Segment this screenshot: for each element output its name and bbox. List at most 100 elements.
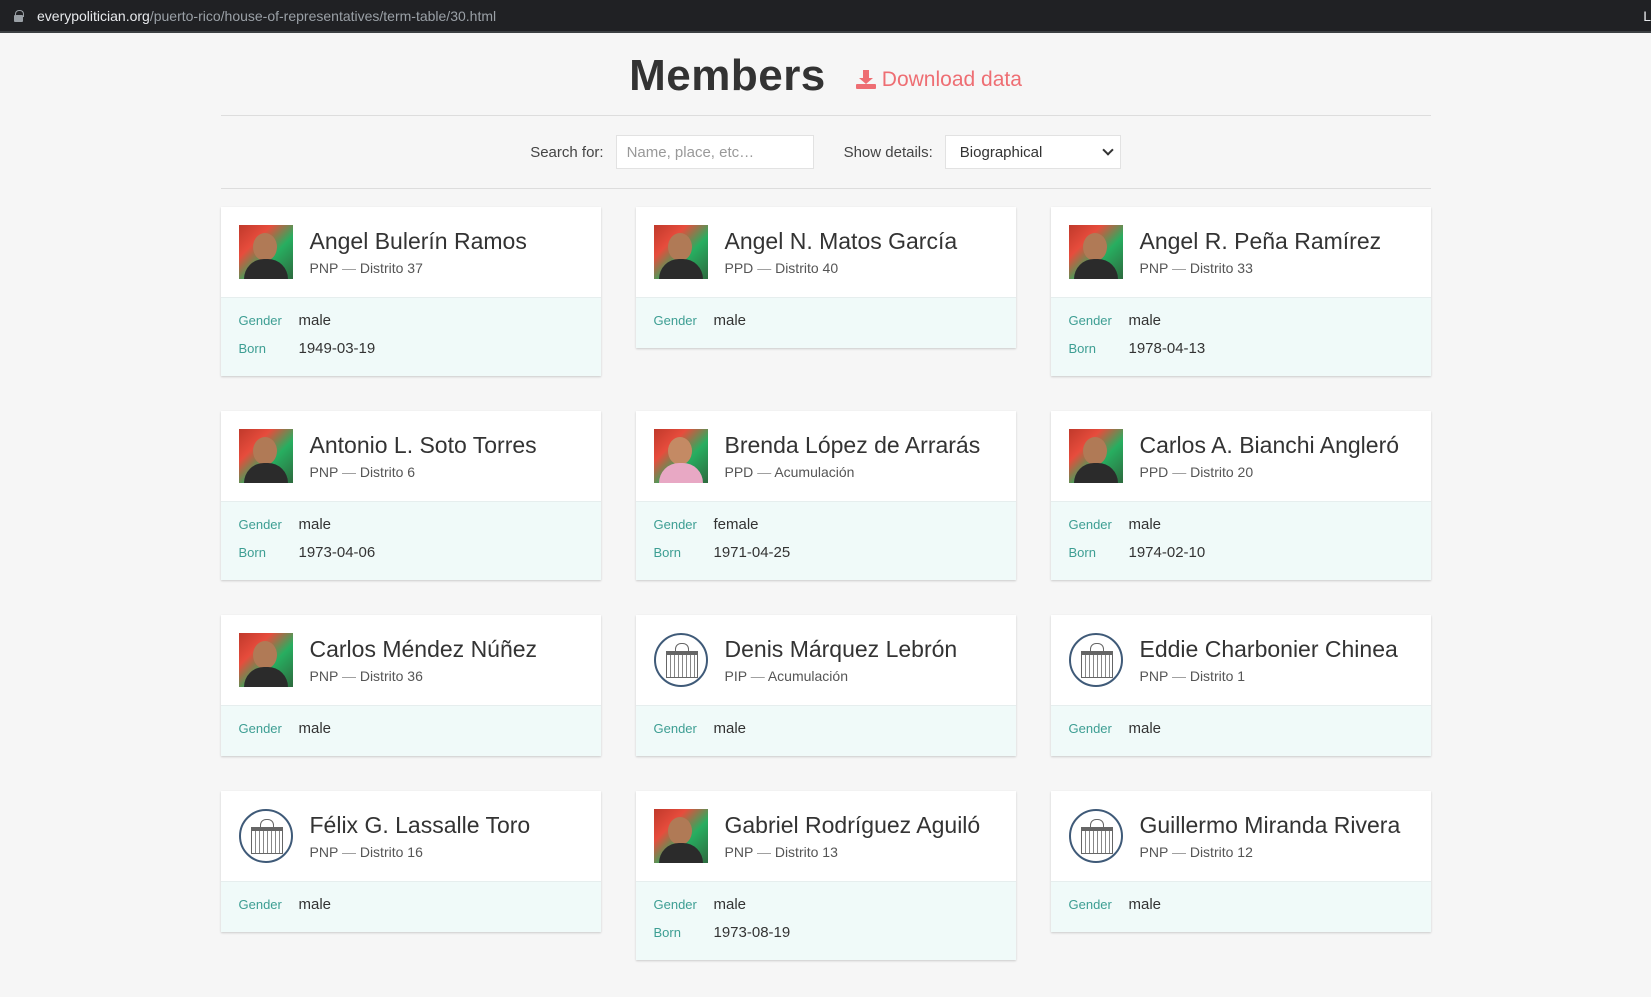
gender-row: Gender male bbox=[654, 896, 998, 924]
member-card[interactable]: Eddie Charbonier Chinea PNP — Distrito 1… bbox=[1050, 615, 1431, 756]
born-row: Born 1971-04-25 bbox=[654, 544, 998, 572]
member-name[interactable]: Carlos Méndez Núñez bbox=[310, 636, 538, 663]
member-photo bbox=[1068, 429, 1123, 483]
member-card[interactable]: Denis Márquez Lebrón PIP — Acumulación G… bbox=[635, 615, 1016, 756]
gender-label: Gender bbox=[653, 517, 697, 532]
born-value: 1973-04-06 bbox=[298, 544, 376, 561]
born-row: Born 1978-04-13 bbox=[1069, 340, 1413, 368]
member-card[interactable]: Félix G. Lassalle Toro PNP — Distrito 16… bbox=[220, 791, 601, 932]
card-details: Gender male Born 1973-08-19 bbox=[635, 881, 1016, 960]
member-photo bbox=[653, 225, 708, 279]
gender-row: Gender male bbox=[1069, 896, 1413, 924]
gender-label: Gender bbox=[653, 897, 697, 912]
born-value: 1971-04-25 bbox=[713, 544, 791, 561]
born-label: Born bbox=[1068, 341, 1096, 356]
gender-row: Gender male bbox=[1069, 312, 1413, 340]
member-affiliation: PNP — Distrito 33 bbox=[1139, 260, 1253, 276]
page-title: Members bbox=[629, 51, 826, 100]
member-affiliation: PNP — Distrito 1 bbox=[1139, 668, 1246, 684]
gender-label: Gender bbox=[1068, 721, 1112, 736]
born-label: Born bbox=[1068, 545, 1096, 560]
member-name[interactable]: Carlos A. Bianchi Angleró bbox=[1140, 432, 1400, 459]
card-header: Guillermo Miranda Rivera PNP — Distrito … bbox=[1051, 791, 1431, 881]
born-label: Born bbox=[238, 341, 266, 356]
details-select[interactable]: Biographical bbox=[944, 135, 1121, 169]
member-photo bbox=[238, 225, 293, 279]
gender-label: Gender bbox=[238, 721, 282, 736]
member-name[interactable]: Gabriel Rodríguez Aguiló bbox=[725, 812, 981, 839]
member-affiliation: PNP — Distrito 6 bbox=[309, 464, 416, 480]
gender-row: Gender male bbox=[1069, 516, 1413, 544]
gender-row: Gender male bbox=[239, 720, 583, 748]
member-card[interactable]: Carlos Méndez Núñez PNP — Distrito 36 Ge… bbox=[220, 615, 601, 756]
member-card[interactable]: Angel N. Matos García PPD — Distrito 40 … bbox=[635, 207, 1016, 348]
gender-label: Gender bbox=[653, 721, 697, 736]
member-name[interactable]: Antonio L. Soto Torres bbox=[310, 432, 537, 459]
download-data-link[interactable]: Download data bbox=[855, 68, 1022, 92]
url-text[interactable]: everypolitician.org/puerto-rico/house-of… bbox=[37, 8, 496, 24]
gender-label: Gender bbox=[1068, 517, 1112, 532]
card-header: Antonio L. Soto Torres PNP — Distrito 6 bbox=[221, 411, 601, 501]
member-name[interactable]: Angel Bulerín Ramos bbox=[310, 228, 527, 255]
gender-row: Gender male bbox=[654, 720, 998, 748]
member-card[interactable]: Angel Bulerín Ramos PNP — Distrito 37 Ge… bbox=[220, 207, 601, 376]
member-name[interactable]: Angel N. Matos García bbox=[725, 228, 958, 255]
member-affiliation: PNP — Distrito 12 bbox=[1139, 844, 1253, 860]
card-header: Gabriel Rodríguez Aguiló PNP — Distrito … bbox=[636, 791, 1016, 881]
gender-value: male bbox=[1128, 720, 1162, 737]
card-details: Gender male bbox=[1050, 881, 1431, 932]
born-value: 1973-08-19 bbox=[713, 924, 791, 941]
search-input[interactable] bbox=[615, 135, 814, 169]
member-photo bbox=[238, 429, 293, 483]
gender-value: female bbox=[713, 516, 759, 533]
gender-row: Gender male bbox=[239, 896, 583, 924]
born-label: Born bbox=[238, 545, 266, 560]
member-name[interactable]: Denis Márquez Lebrón bbox=[725, 636, 958, 663]
gender-value: male bbox=[298, 312, 332, 329]
card-details: Gender male bbox=[635, 705, 1016, 756]
member-affiliation: PPD — Distrito 20 bbox=[1139, 464, 1254, 480]
details-label: Show details: bbox=[843, 143, 933, 161]
member-affiliation: PPD — Distrito 40 bbox=[724, 260, 839, 276]
member-affiliation: PPD — Acumulación bbox=[724, 464, 855, 480]
member-name[interactable]: Guillermo Miranda Rivera bbox=[1140, 812, 1401, 839]
member-card[interactable]: Brenda López de Arrarás PPD — Acumulació… bbox=[635, 411, 1016, 580]
card-details: Gender male bbox=[1050, 705, 1431, 756]
member-card[interactable]: Carlos A. Bianchi Angleró PPD — Distrito… bbox=[1050, 411, 1431, 580]
card-header: Carlos Méndez Núñez PNP — Distrito 36 bbox=[221, 615, 601, 705]
gender-label: Gender bbox=[238, 313, 282, 328]
seal-placeholder-icon bbox=[1068, 809, 1123, 863]
card-details: Gender male Born 1978-04-13 bbox=[1050, 297, 1431, 376]
gender-value: male bbox=[713, 312, 747, 329]
born-value: 1949-03-19 bbox=[298, 340, 376, 357]
lock-icon bbox=[14, 9, 24, 22]
member-card[interactable]: Gabriel Rodríguez Aguiló PNP — Distrito … bbox=[635, 791, 1016, 960]
gender-row: Gender male bbox=[239, 516, 583, 544]
gender-row: Gender male bbox=[1069, 720, 1413, 748]
gender-label: Gender bbox=[1068, 313, 1112, 328]
member-card[interactable]: Angel R. Peña Ramírez PNP — Distrito 33 … bbox=[1050, 207, 1431, 376]
card-details: Gender male bbox=[220, 705, 601, 756]
member-name[interactable]: Brenda López de Arrarás bbox=[725, 432, 981, 459]
download-label: Download data bbox=[881, 68, 1022, 91]
gender-value: male bbox=[298, 516, 332, 533]
born-row: Born 1973-04-06 bbox=[239, 544, 583, 572]
born-value: 1978-04-13 bbox=[1128, 340, 1206, 357]
card-details: Gender male Born 1973-04-06 bbox=[220, 501, 601, 580]
page-header: Members Download data bbox=[221, 33, 1431, 115]
gender-value: male bbox=[298, 896, 332, 913]
member-name[interactable]: Eddie Charbonier Chinea bbox=[1140, 636, 1398, 663]
member-affiliation: PNP — Distrito 36 bbox=[309, 668, 423, 684]
member-card[interactable]: Antonio L. Soto Torres PNP — Distrito 6 … bbox=[220, 411, 601, 580]
gender-value: male bbox=[1128, 516, 1162, 533]
member-card[interactable]: Guillermo Miranda Rivera PNP — Distrito … bbox=[1050, 791, 1431, 932]
seal-placeholder-icon bbox=[238, 809, 293, 863]
card-details: Gender male Born 1949-03-19 bbox=[220, 297, 601, 376]
born-row: Born 1973-08-19 bbox=[654, 924, 998, 952]
member-name[interactable]: Félix G. Lassalle Toro bbox=[310, 812, 531, 839]
member-affiliation: PNP — Distrito 37 bbox=[309, 260, 423, 276]
address-bar[interactable]: everypolitician.org/puerto-rico/house-of… bbox=[0, 0, 1651, 33]
page-container: Members Download data Search for: Show d… bbox=[220, 33, 1431, 960]
member-affiliation: PNP — Distrito 16 bbox=[309, 844, 423, 860]
member-name[interactable]: Angel R. Peña Ramírez bbox=[1140, 228, 1382, 255]
